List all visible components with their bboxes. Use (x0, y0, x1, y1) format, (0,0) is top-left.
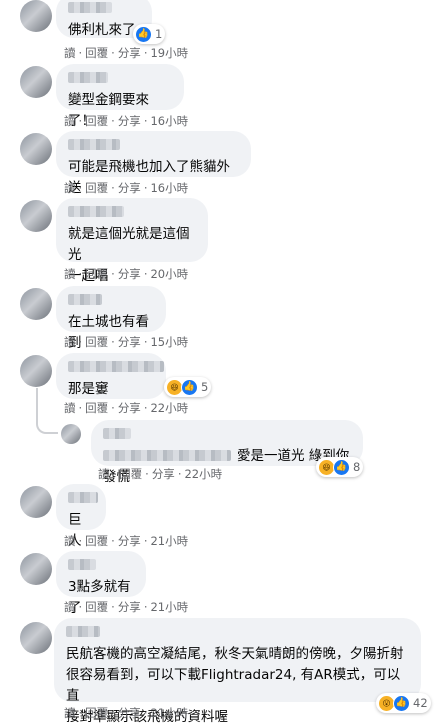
like-icon: 👍 (393, 694, 410, 712)
reaction-count: 1 (155, 27, 163, 41)
reply-link[interactable]: 回覆 (85, 45, 108, 61)
share-link[interactable]: 分享 (118, 533, 141, 549)
share-link[interactable]: 分享 (118, 266, 141, 282)
avatar[interactable] (20, 0, 52, 32)
comment-actions: 讀 · 回覆 · 分享 · 21小時 (64, 705, 189, 721)
reaction-count: 5 (201, 380, 209, 394)
reply-link[interactable]: 回覆 (85, 705, 108, 721)
commenter-name[interactable] (66, 626, 100, 637)
comment-text: 佛利札來了 (68, 22, 136, 38)
read-link[interactable]: 讀 (64, 113, 76, 129)
timestamp[interactable]: 22小時 (150, 400, 188, 416)
reactions-summary[interactable]: 😆 👍 5 (164, 377, 212, 397)
avatar[interactable] (20, 200, 52, 232)
timestamp[interactable]: 16小時 (150, 113, 188, 129)
comment-bubble: 就是這個光就是這個光 一起唱 (56, 198, 208, 284)
share-link[interactable]: 分享 (118, 334, 141, 350)
comment-bubble: 在土城也有看到 (56, 286, 166, 351)
comment-actions: 讀 · 回覆 · 分享 · 19小時 (64, 45, 189, 61)
avatar[interactable] (20, 355, 52, 387)
comment-bubble: 那是窶 (56, 353, 166, 399)
read-link[interactable]: 讀 (64, 180, 76, 196)
reply-link[interactable]: 回覆 (85, 113, 108, 129)
reply-link[interactable]: 回覆 (85, 334, 108, 350)
timestamp[interactable]: 22小時 (184, 466, 222, 482)
share-link[interactable]: 分享 (118, 400, 141, 416)
timestamp[interactable]: 16小時 (150, 180, 188, 196)
commenter-name[interactable] (68, 139, 120, 150)
comment-actions: 讀 · 回覆 · 分享 · 16小時 (64, 180, 189, 196)
comment-bubble: 3點多就有了 (56, 551, 146, 616)
reactions-summary[interactable]: 😆 👍 8 (316, 457, 364, 477)
reply-link[interactable]: 回覆 (85, 400, 108, 416)
mentioned-name[interactable] (103, 450, 231, 461)
avatar[interactable] (20, 133, 52, 165)
comment-actions: 讀 · 回覆 · 分享 · 21小時 (64, 599, 189, 615)
comment-bubble: 巨人 (56, 484, 106, 549)
timestamp[interactable]: 19小時 (150, 45, 188, 61)
like-icon: 👍 (135, 25, 152, 43)
like-icon: 👍 (333, 458, 350, 476)
read-link[interactable]: 讀 (64, 266, 76, 282)
avatar[interactable] (20, 486, 52, 518)
thread-line (36, 388, 38, 410)
share-link[interactable]: 分享 (118, 180, 141, 196)
comment-bubble: 變型金鋼要來了！ (56, 64, 184, 129)
read-link[interactable]: 讀 (64, 334, 76, 350)
commenter-name[interactable] (68, 559, 96, 570)
reply-link[interactable]: 回覆 (119, 466, 142, 482)
timestamp[interactable]: 15小時 (150, 334, 188, 350)
comment-bubble: 民航客機的高空凝結尾，秋冬天氣晴朗的傍晚，夕陽折射 很容易看到，可以下載Flig… (54, 618, 421, 725)
avatar[interactable] (20, 288, 52, 320)
reactions-summary[interactable]: 😮 👍 42 (376, 693, 431, 713)
commenter-name[interactable] (68, 294, 102, 305)
read-link[interactable]: 讀 (64, 599, 76, 615)
reaction-count: 42 (413, 696, 428, 710)
read-link[interactable]: 讀 (64, 705, 76, 721)
commenter-name[interactable] (68, 2, 112, 13)
commenter-name[interactable] (68, 492, 98, 503)
comment-text: 那是窶 (68, 381, 109, 397)
reply-link[interactable]: 回覆 (85, 266, 108, 282)
share-link[interactable]: 分享 (118, 113, 141, 129)
reactions-summary[interactable]: 👍 1 (133, 24, 166, 44)
reaction-count: 8 (353, 460, 361, 474)
comment-actions: 讀 · 回覆 · 分享 · 22小時 (98, 466, 223, 482)
commenter-name[interactable] (68, 72, 108, 83)
avatar[interactable] (20, 622, 52, 654)
comment-bubble: 可能是飛機也加入了熊貓外送 (56, 131, 251, 196)
comment-actions: 讀 · 回覆 · 分享 · 15小時 (64, 334, 189, 350)
share-link[interactable]: 分享 (118, 705, 141, 721)
avatar[interactable] (20, 553, 52, 585)
commenter-name[interactable] (103, 428, 131, 439)
read-link[interactable]: 讀 (98, 466, 110, 482)
like-icon: 👍 (181, 378, 198, 396)
read-link[interactable]: 讀 (64, 533, 76, 549)
avatar[interactable] (61, 424, 81, 444)
comment-actions: 讀 · 回覆 · 分享 · 20小時 (64, 266, 189, 282)
commenter-name[interactable] (68, 361, 164, 372)
share-link[interactable]: 分享 (118, 599, 141, 615)
comment-actions: 讀 · 回覆 · 分享 · 22小時 (64, 400, 189, 416)
reply-link[interactable]: 回覆 (85, 180, 108, 196)
timestamp[interactable]: 20小時 (150, 266, 188, 282)
thread-curve (36, 410, 58, 434)
reply-link[interactable]: 回覆 (85, 599, 108, 615)
read-link[interactable]: 讀 (64, 45, 76, 61)
share-link[interactable]: 分享 (152, 466, 175, 482)
comment-actions: 讀 · 回覆 · 分享 · 16小時 (64, 113, 189, 129)
commenter-name[interactable] (68, 206, 124, 217)
timestamp[interactable]: 21小時 (150, 705, 188, 721)
timestamp[interactable]: 21小時 (150, 599, 188, 615)
share-link[interactable]: 分享 (118, 45, 141, 61)
read-link[interactable]: 讀 (64, 400, 76, 416)
timestamp[interactable]: 21小時 (150, 533, 188, 549)
avatar[interactable] (20, 66, 52, 98)
reply-link[interactable]: 回覆 (85, 533, 108, 549)
comment-actions: 讀 · 回覆 · 分享 · 21小時 (64, 533, 189, 549)
